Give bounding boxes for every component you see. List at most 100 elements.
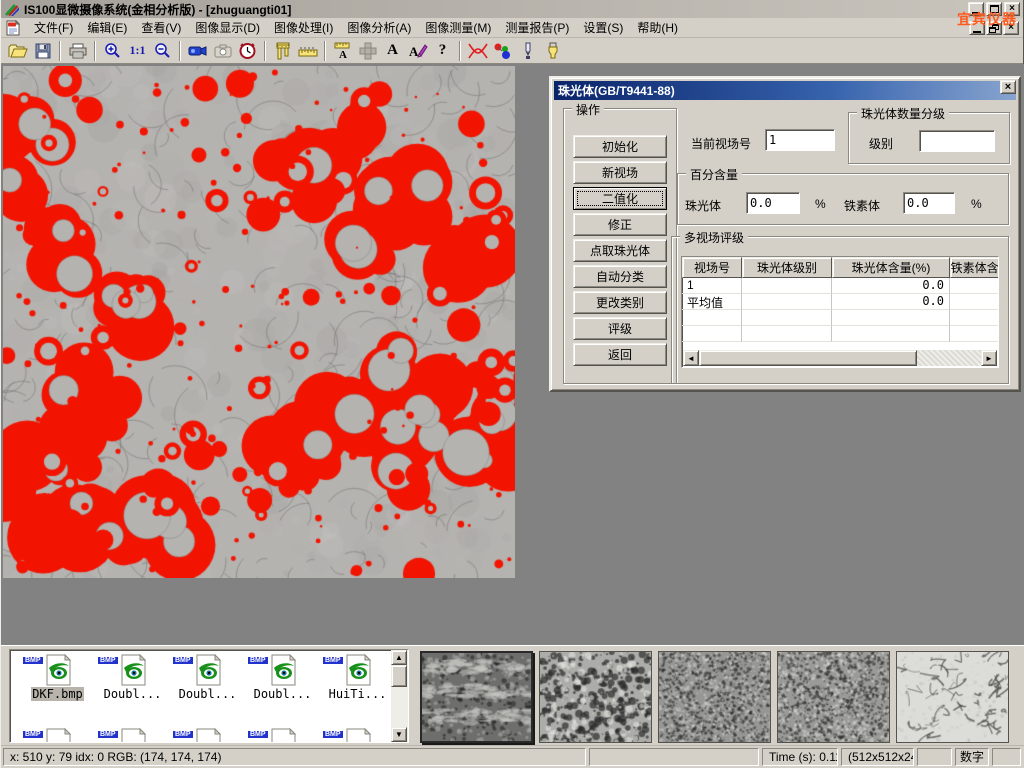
text-annotate-button[interactable]: A xyxy=(380,39,405,62)
curve-cut-button[interactable] xyxy=(465,39,490,62)
zoom-out-button[interactable] xyxy=(150,39,175,62)
save-button[interactable] xyxy=(30,39,55,62)
bmp-badge: BMP xyxy=(22,656,44,665)
thumbnail-1[interactable] xyxy=(420,651,533,743)
correct-button[interactable]: 修正 xyxy=(573,213,667,236)
ruler-measure-button[interactable] xyxy=(295,39,320,62)
file-name[interactable]: Doubl... xyxy=(178,687,238,701)
file-name[interactable]: DKF.bmp xyxy=(31,687,84,701)
file-list-scrollbar[interactable]: ▲ ▼ xyxy=(391,650,408,742)
mdi-minimize-button[interactable] xyxy=(969,21,985,35)
dialog-close-button[interactable]: × xyxy=(1000,80,1016,94)
grid-cross-button[interactable] xyxy=(355,39,380,62)
video-capture-button[interactable] xyxy=(185,39,210,62)
actual-size-button[interactable]: 1:1 xyxy=(125,39,150,62)
menu-image-process[interactable]: 图像处理(I) xyxy=(267,17,340,38)
table-horizontal-scrollbar[interactable]: ◄ ► xyxy=(683,350,997,366)
timer-button[interactable] xyxy=(235,39,260,62)
menu-help[interactable]: 帮助(H) xyxy=(630,17,685,38)
printer-icon xyxy=(69,43,87,59)
file-name[interactable]: Doubl... xyxy=(103,687,163,701)
file-name[interactable]: HuiTi... xyxy=(328,687,388,701)
title-bar[interactable]: IS100显微摄像系统(金相分析版) - [zhuguangti01] × xyxy=(1,0,1023,18)
ferrite-percent-input[interactable] xyxy=(903,192,955,214)
browser-panel: BMP DKF.bmp BMP Doubl... BMP Doubl... xyxy=(1,645,1024,745)
maximize-icon xyxy=(990,5,999,13)
file-item[interactable]: BMP HuiTi... xyxy=(320,654,395,701)
col-pearlite-level[interactable]: 珠光体级别 xyxy=(742,257,832,278)
current-field-input[interactable] xyxy=(765,129,835,151)
file-item-partial[interactable]: BMP xyxy=(245,728,320,743)
mdi-close-button[interactable]: × xyxy=(1003,21,1019,35)
measure-text-button[interactable]: A xyxy=(330,39,355,62)
metallograph-image[interactable] xyxy=(3,66,515,578)
ferrite-unit: % xyxy=(971,197,982,211)
table-row[interactable]: 1 0.0 xyxy=(682,278,998,294)
mdi-restore-button[interactable] xyxy=(986,21,1002,35)
open-file-button[interactable] xyxy=(5,39,30,62)
thumbnail-3[interactable] xyxy=(658,651,771,743)
color-classify-button[interactable] xyxy=(490,39,515,62)
bmp-badge: BMP xyxy=(172,656,194,665)
menu-settings[interactable]: 设置(S) xyxy=(576,17,630,38)
file-item[interactable]: BMP Doubl... xyxy=(245,654,320,701)
col-ferrite-content[interactable]: 铁素体含量(%) xyxy=(950,257,999,278)
scroll-up-button[interactable]: ▲ xyxy=(391,650,407,665)
maximize-button[interactable] xyxy=(986,2,1002,16)
multifield-group-label: 多视场评级 xyxy=(680,229,748,246)
level-input[interactable] xyxy=(919,130,995,152)
grade-button[interactable]: 评级 xyxy=(573,317,667,340)
pick-pearlite-button[interactable]: 点取珠光体 xyxy=(573,239,667,262)
menu-file[interactable]: 文件(F) xyxy=(27,17,80,38)
caliper-measure-button[interactable] xyxy=(270,39,295,62)
dialog-title-bar[interactable]: 珠光体(GB/T9441-88) xyxy=(554,81,1016,100)
new-field-button[interactable]: 新视场 xyxy=(573,161,667,184)
return-button[interactable]: 返回 xyxy=(573,343,667,366)
edit-annotate-button[interactable]: A xyxy=(405,39,430,62)
thumbnail-5[interactable] xyxy=(896,651,1009,743)
paint-fill-button[interactable] xyxy=(540,39,565,62)
scroll-left-button[interactable]: ◄ xyxy=(683,350,699,366)
file-list[interactable]: BMP DKF.bmp BMP Doubl... BMP Doubl... xyxy=(9,649,409,743)
menu-edit[interactable]: 编辑(E) xyxy=(80,17,134,38)
scroll-right-button[interactable]: ► xyxy=(981,350,997,366)
table-row[interactable]: 平均值 0.0 xyxy=(682,294,998,310)
file-item[interactable]: BMP Doubl... xyxy=(170,654,245,701)
help-button[interactable]: ? xyxy=(430,39,455,62)
menu-view[interactable]: 查看(V) xyxy=(134,17,188,38)
scroll-down-button[interactable]: ▼ xyxy=(391,727,407,742)
zoom-in-icon xyxy=(104,42,121,59)
toolbar-separator xyxy=(179,41,181,61)
file-item-partial[interactable]: BMP xyxy=(95,728,170,743)
col-field-number[interactable]: 视场号 xyxy=(682,257,742,278)
menu-image-analysis[interactable]: 图像分析(A) xyxy=(340,17,418,38)
menu-image-measure[interactable]: 图像测量(M) xyxy=(418,17,498,38)
file-item-partial[interactable]: BMP xyxy=(20,728,95,743)
file-item-partial[interactable]: BMP xyxy=(320,728,395,743)
auto-classify-button[interactable]: 自动分类 xyxy=(573,265,667,288)
minimize-button[interactable] xyxy=(968,2,984,16)
file-item-partial[interactable]: BMP xyxy=(170,728,245,743)
menu-measure-report[interactable]: 测量报告(P) xyxy=(498,17,576,38)
pearlite-percent-input[interactable] xyxy=(746,192,800,214)
close-button[interactable]: × xyxy=(1004,2,1020,16)
zoom-in-button[interactable] xyxy=(100,39,125,62)
binarize-button[interactable]: 二值化 xyxy=(573,187,667,210)
file-name[interactable]: Doubl... xyxy=(253,687,313,701)
menu-image-display[interactable]: 图像显示(D) xyxy=(188,17,267,38)
scrollbar-thumb[interactable] xyxy=(699,350,917,366)
point-pick-button[interactable] xyxy=(515,39,540,62)
file-item[interactable]: BMP Doubl... xyxy=(95,654,170,701)
thumbnail-4[interactable] xyxy=(777,651,890,743)
col-pearlite-content[interactable]: 珠光体含量(%) xyxy=(832,257,950,278)
print-button[interactable] xyxy=(65,39,90,62)
init-button[interactable]: 初始化 xyxy=(573,135,667,158)
thumbnail-2[interactable] xyxy=(539,651,652,743)
status-empty-panel xyxy=(589,748,759,766)
file-item[interactable]: BMP DKF.bmp xyxy=(20,654,95,701)
scrollbar-track[interactable] xyxy=(917,350,981,366)
change-class-button[interactable]: 更改类别 xyxy=(573,291,667,314)
scrollbar-thumb[interactable] xyxy=(391,665,407,687)
snapshot-button[interactable] xyxy=(210,39,235,62)
multifield-table[interactable]: 视场号 珠光体级别 珠光体含量(%) 铁素体含量(%) 1 0.0 平均值 0.… xyxy=(681,256,999,368)
